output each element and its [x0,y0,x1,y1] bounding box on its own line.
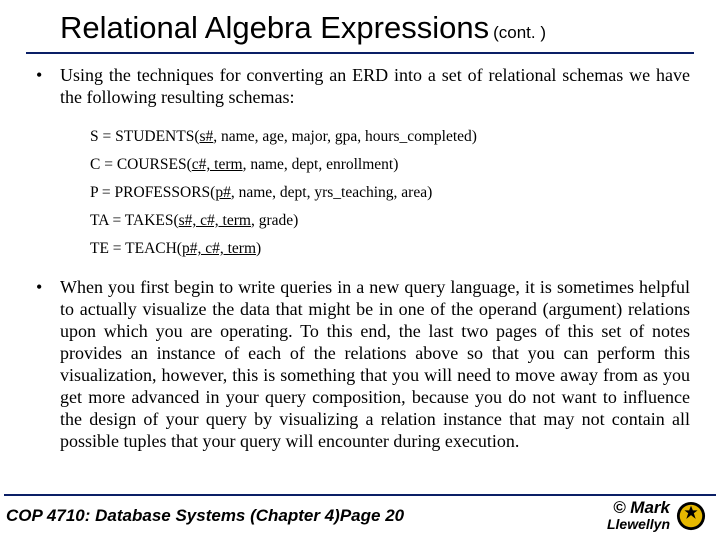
footer-author2: Llewellyn [607,516,670,532]
footer-course: COP 4710: Database Systems (Chapter 4) [6,506,340,526]
slide: Relational Algebra Expressions (cont. ) … [0,0,720,540]
footer: COP 4710: Database Systems (Chapter 4) P… [0,494,720,540]
bullet-text: When you first begin to write queries in… [60,276,690,452]
bullet-icon: • [30,64,60,86]
schema-list: S = STUDENTS(s#, name, age, major, gpa, … [30,116,690,274]
footer-right: © Mark Llewellyn [512,500,706,532]
schema-rest: , name, age, major, gpa, hours_completed… [213,128,477,145]
schema-lhs: C = COURSES( [90,156,192,173]
schema-s: S = STUDENTS(s#, name, age, major, gpa, … [90,128,690,146]
bullet-item: • When you first begin to write queries … [30,276,690,452]
footer-copyright: © Mark [613,498,670,517]
schema-te: TE = TEACH(p#, c#, term) [90,240,690,258]
schema-key: c#, term [192,156,243,173]
schema-lhs: TA = TAKES( [90,212,179,229]
footer-bar: COP 4710: Database Systems (Chapter 4) P… [0,496,720,532]
bullet-item: • Using the techniques for converting an… [30,64,690,108]
bullet-text: Using the techniques for converting an E… [60,64,690,108]
content-area: • Using the techniques for converting an… [0,54,720,452]
slide-title-suffix: (cont. ) [493,23,546,42]
schema-rest: ) [256,240,261,257]
schema-rest: , name, dept, enrollment) [243,156,399,173]
schema-ta: TA = TAKES(s#, c#, term, grade) [90,212,690,230]
schema-p: P = PROFESSORS(p#, name, dept, yrs_teach… [90,184,690,202]
schema-key: p# [215,184,231,201]
schema-c: C = COURSES(c#, term, name, dept, enroll… [90,156,690,174]
bullet-icon: • [30,276,60,298]
schema-key: s# [200,128,214,145]
schema-rest: , name, dept, yrs_teaching, area) [231,184,432,201]
slide-title: Relational Algebra Expressions [60,10,489,45]
ucf-logo-icon [676,501,706,531]
schema-key: s#, c#, term [179,212,251,229]
schema-lhs: S = STUDENTS( [90,128,200,145]
title-area: Relational Algebra Expressions (cont. ) [0,0,720,48]
schema-key: p#, c#, term [182,240,256,257]
footer-author-wrap: © Mark Llewellyn [607,500,670,532]
schema-rest: , grade) [251,212,298,229]
footer-page: Page 20 [340,506,512,526]
schema-lhs: P = PROFESSORS( [90,184,215,201]
schema-lhs: TE = TEACH( [90,240,182,257]
